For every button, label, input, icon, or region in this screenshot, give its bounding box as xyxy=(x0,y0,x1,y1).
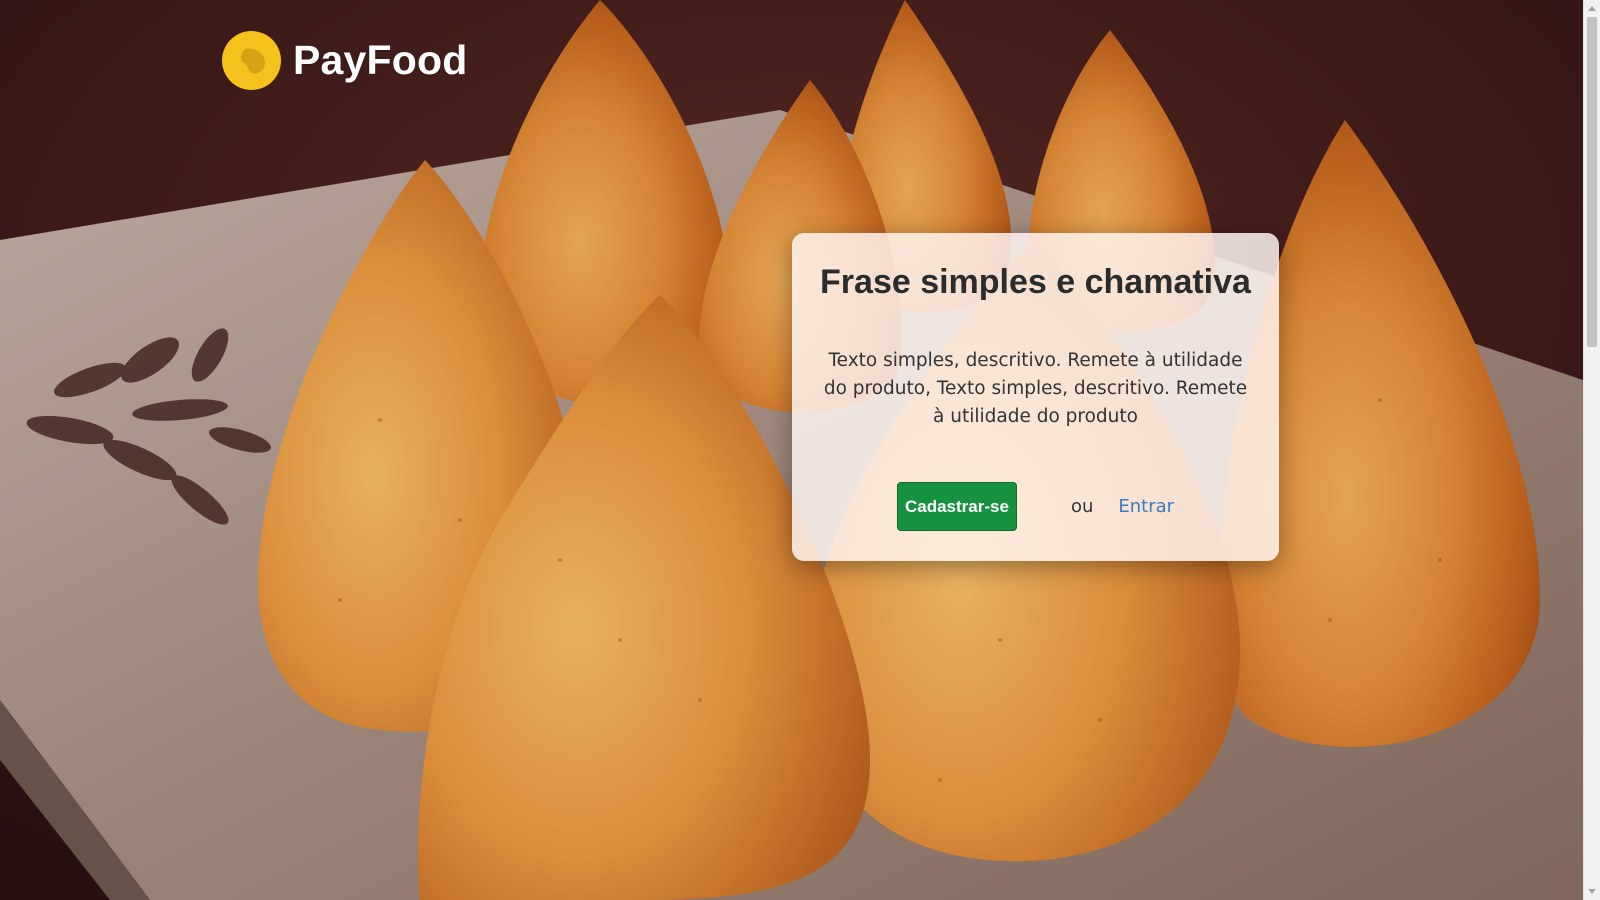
scroll-down-arrow-icon[interactable] xyxy=(1588,889,1596,894)
scroll-thumb[interactable] xyxy=(1587,17,1597,347)
login-link[interactable]: Entrar xyxy=(1118,496,1174,517)
coxinha-logo-icon[interactable] xyxy=(222,31,281,90)
brand-name[interactable]: PayFood xyxy=(293,37,468,84)
hero-description: Texto simples, descritivo. Remete à util… xyxy=(823,350,1248,427)
vertical-scrollbar[interactable] xyxy=(1583,0,1600,900)
site-header: PayFood xyxy=(222,31,468,90)
cta-row: Cadastrar-se ou Entrar xyxy=(792,482,1279,531)
scroll-up-arrow-icon[interactable] xyxy=(1588,6,1596,11)
landing-page: PayFood Frase simples e chamativa Texto … xyxy=(0,0,1600,900)
hero-card: Frase simples e chamativa Texto simples,… xyxy=(792,233,1279,561)
or-separator: ou xyxy=(1070,496,1094,517)
hero-title: Frase simples e chamativa xyxy=(820,263,1251,301)
signup-button[interactable]: Cadastrar-se xyxy=(896,482,1017,531)
